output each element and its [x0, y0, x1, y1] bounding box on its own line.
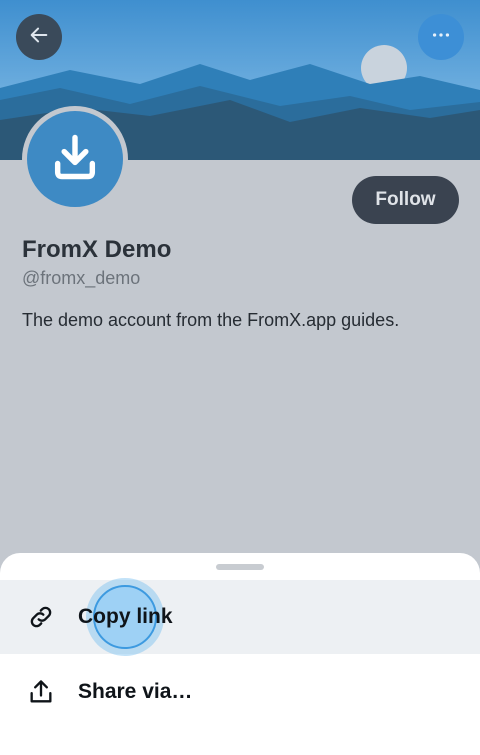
follow-button[interactable]: Follow — [352, 176, 459, 224]
share-via-item[interactable]: Share via… — [0, 655, 480, 729]
sheet-drag-handle[interactable] — [216, 564, 264, 570]
profile-handle: @fromx_demo — [22, 268, 141, 288]
more-horizontal-icon — [430, 24, 452, 51]
share-via-label: Share via… — [78, 680, 193, 703]
back-button[interactable] — [16, 14, 62, 60]
share-icon — [26, 677, 56, 707]
more-options-button[interactable] — [418, 14, 464, 60]
link-icon — [26, 602, 56, 632]
share-sheet: Copy link Share via… — [0, 553, 480, 755]
profile-bio: The demo account from the FromX.app guid… — [22, 310, 400, 330]
arrow-left-icon — [28, 24, 50, 51]
avatar-image — [27, 111, 123, 207]
copy-link-label: Copy link — [78, 605, 173, 628]
profile-name: FromX Demo — [22, 236, 172, 263]
download-icon — [49, 131, 101, 188]
copy-link-item[interactable]: Copy link — [0, 580, 480, 654]
avatar[interactable] — [22, 106, 128, 212]
